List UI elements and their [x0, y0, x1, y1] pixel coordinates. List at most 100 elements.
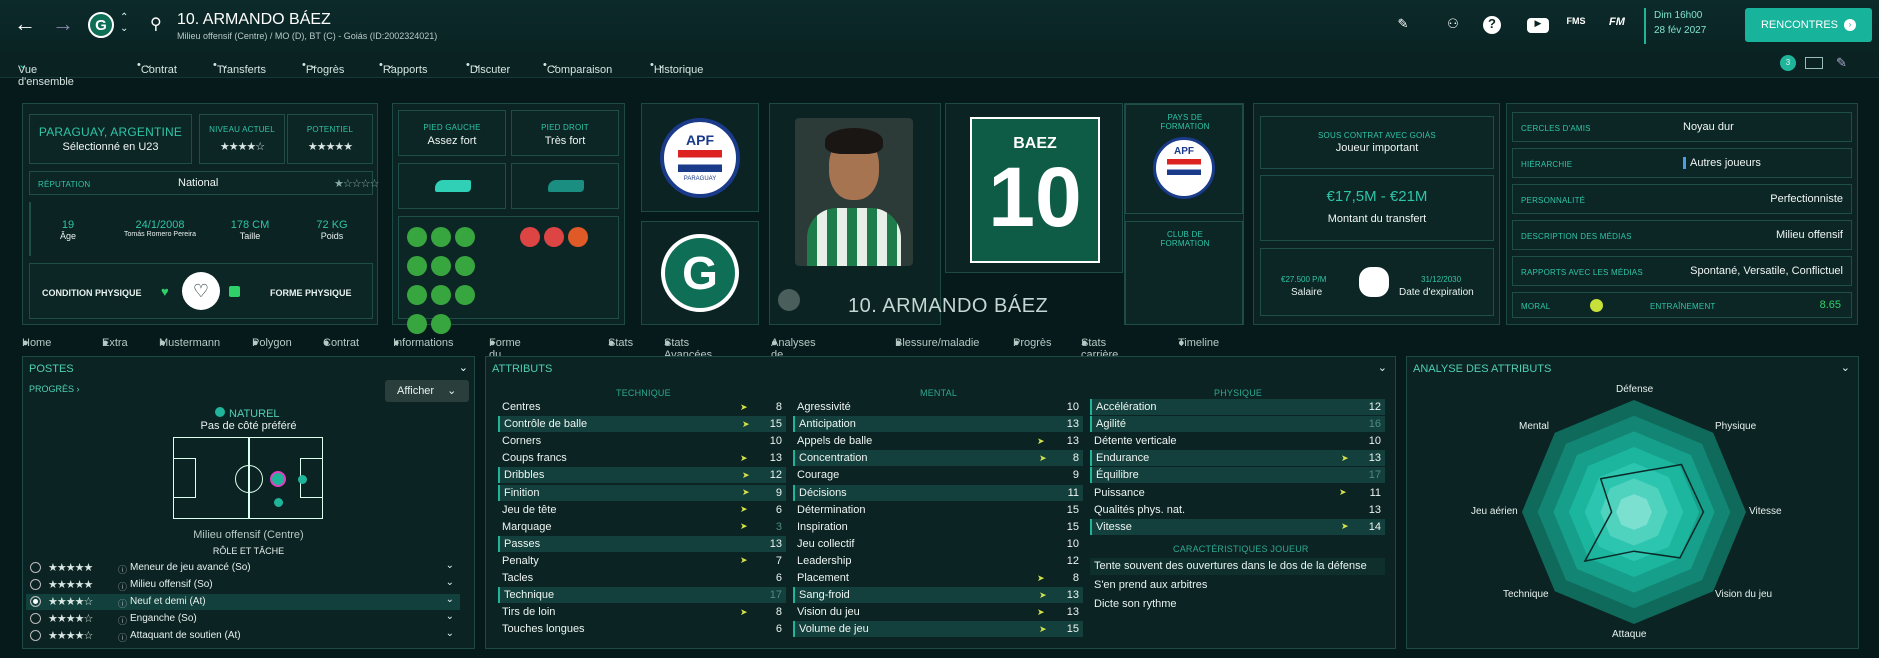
- attribute-row[interactable]: Sang-froid ➤ 13: [793, 587, 1083, 604]
- attribute-row[interactable]: Centres ➤ 8: [498, 399, 786, 415]
- info-icon[interactable]: ⓘ: [118, 614, 127, 627]
- trait-icon[interactable]: [455, 227, 475, 247]
- club-logo[interactable]: G: [88, 12, 114, 38]
- role-row[interactable]: ★★★★★ ⓘ Meneur de jeu avancé (So) ⌄: [26, 560, 460, 576]
- subnav-transferts[interactable]: • Transferts ⌄: [213, 58, 266, 76]
- chevron-down-icon[interactable]: ⌄: [459, 361, 468, 374]
- attribute-row[interactable]: Technique 17: [498, 587, 786, 604]
- attribute-row[interactable]: Passes 13: [498, 535, 786, 552]
- attribute-row[interactable]: Détermination 15: [793, 502, 1083, 518]
- subnav-rapports[interactable]: • Rapports ⌄: [379, 58, 428, 76]
- trait-icon[interactable]: [431, 227, 451, 247]
- help-icon[interactable]: ?: [1483, 16, 1501, 34]
- attribute-row[interactable]: Dribbles ➤ 12: [498, 467, 786, 484]
- kit-icon[interactable]: ⚇: [1443, 16, 1463, 34]
- attribute-row[interactable]: Agilité 16: [1090, 416, 1385, 433]
- forward-arrow-icon[interactable]: →: [52, 13, 74, 35]
- attribute-row[interactable]: Contrôle de balle ➤ 15: [498, 416, 786, 433]
- chevron-down-icon[interactable]: ⌄: [446, 594, 454, 605]
- role-radio[interactable]: [30, 579, 41, 590]
- subnav-comparaison[interactable]: • Comparaison ⌄: [543, 58, 612, 76]
- trait-icon[interactable]: [431, 285, 451, 305]
- chevron-down-icon[interactable]: ⌄: [446, 628, 454, 639]
- info-icon[interactable]: ⓘ: [118, 597, 127, 610]
- attribute-row[interactable]: Équilibre 17: [1090, 467, 1385, 484]
- trait-icon[interactable]: [455, 285, 475, 305]
- rencontres-button[interactable]: RENCONTRES ›: [1745, 8, 1872, 42]
- fms-icon[interactable]: FMS: [1566, 16, 1586, 34]
- role-row[interactable]: ★★★★☆ ⓘ Neuf et demi (At) ⌄: [26, 594, 460, 610]
- attribute-row[interactable]: Finition ➤ 9: [498, 484, 786, 501]
- trait-icon[interactable]: [431, 314, 451, 334]
- fm-icon[interactable]: FM: [1607, 16, 1627, 34]
- progres-link[interactable]: PROGRÈS ›: [29, 384, 80, 394]
- attribute-row[interactable]: Leadership 12: [793, 553, 1083, 569]
- trait-icon[interactable]: [407, 285, 427, 305]
- trait-icon[interactable]: [407, 256, 427, 276]
- role-radio[interactable]: [30, 630, 41, 641]
- attribute-row[interactable]: Vision du jeu ➤ 13: [793, 604, 1083, 620]
- trait-icon[interactable]: [407, 314, 427, 334]
- subnav-progres[interactable]: • Progrès ⌄: [302, 58, 344, 76]
- chevron-down-icon[interactable]: ⌄: [446, 577, 454, 588]
- attribute-row[interactable]: Endurance ➤ 13: [1090, 450, 1385, 467]
- attribute-row[interactable]: Penalty ➤ 7: [498, 553, 786, 569]
- role-row[interactable]: ★★★★☆ ⓘ Enganche (So) ⌄: [26, 611, 460, 627]
- trait-icon[interactable]: [455, 256, 475, 276]
- info-icon[interactable]: ⓘ: [118, 563, 127, 576]
- attribute-row[interactable]: Tacles 6: [498, 570, 786, 586]
- back-arrow-icon[interactable]: ←: [14, 13, 36, 35]
- info-icon[interactable]: ⓘ: [118, 580, 127, 593]
- attribute-row[interactable]: Jeu collectif 10: [793, 536, 1083, 552]
- trait-icon[interactable]: [544, 227, 564, 247]
- attribute-row[interactable]: Qualités phys. nat. 13: [1090, 502, 1385, 518]
- attribute-row[interactable]: Courage 9: [793, 467, 1083, 483]
- role-radio[interactable]: [30, 596, 41, 607]
- attribute-row[interactable]: Puissance ➤ 11: [1090, 485, 1385, 501]
- role-radio[interactable]: [30, 613, 41, 624]
- attribute-row[interactable]: Inspiration 15: [793, 519, 1083, 535]
- attribute-row[interactable]: Anticipation 13: [793, 416, 1083, 433]
- search-icon[interactable]: ⚲: [150, 14, 162, 34]
- subnav-vue-ensemble[interactable]: Vue d'ensemble ⌄: [18, 58, 74, 88]
- attribute-row[interactable]: Décisions 11: [793, 484, 1083, 501]
- attribute-row[interactable]: Tirs de loin ➤ 8: [498, 604, 786, 620]
- subnav-discuter[interactable]: • Discuter ⌄: [466, 58, 510, 76]
- attribute-row[interactable]: Agressivité 10: [793, 399, 1083, 415]
- role-radio[interactable]: [30, 562, 41, 573]
- tab-bar: ● Home ● Extra ● Mustermann ● Polygon ● Cont…: [22, 337, 1220, 373]
- attribute-row[interactable]: Détente verticale 10: [1090, 433, 1385, 449]
- role-row[interactable]: ★★★★★ ⓘ Milieu offensif (So) ⌄: [26, 577, 460, 593]
- chevron-updown-icon[interactable]: ⌃ ⌄: [120, 12, 128, 34]
- attribute-row[interactable]: Jeu de tête ➤ 6: [498, 502, 786, 518]
- pencil-icon[interactable]: ✎: [1836, 55, 1847, 71]
- edit-icon[interactable]: ✎: [1393, 16, 1413, 34]
- subnav-historique[interactable]: • Historique ⌄: [650, 58, 703, 76]
- chevron-down-icon[interactable]: ⌄: [1378, 361, 1387, 374]
- notification-badge[interactable]: 3: [1780, 55, 1796, 71]
- attribute-row[interactable]: Appels de balle ➤ 13: [793, 433, 1083, 449]
- chevron-down-icon[interactable]: ⌄: [446, 611, 454, 622]
- attribute-row[interactable]: Accélération 12: [1090, 399, 1385, 415]
- trait-icon[interactable]: [568, 227, 588, 247]
- subnav-contrat[interactable]: • Contrat ⌄: [137, 58, 177, 76]
- nationality-card[interactable]: PARAGUAY, ARGENTINE Sélectionné en U23: [29, 114, 192, 164]
- attribute-row[interactable]: Marquage ➤ 3: [498, 519, 786, 535]
- trait-icon[interactable]: [407, 227, 427, 247]
- date-box[interactable]: Dim 16h00 28 fév 2027: [1644, 8, 1734, 44]
- attribute-row[interactable]: Coups francs ➤ 13: [498, 450, 786, 466]
- trait-icon[interactable]: [520, 227, 540, 247]
- role-row[interactable]: ★★★★☆ ⓘ Attaquant de soutien (At) ⌄: [26, 628, 460, 644]
- attribute-row[interactable]: Placement ➤ 8: [793, 570, 1083, 586]
- attribute-row[interactable]: Touches longues 6: [498, 621, 786, 637]
- attribute-row[interactable]: Volume de jeu ➤ 15: [793, 621, 1083, 638]
- info-icon[interactable]: ⓘ: [118, 631, 127, 644]
- afficher-dropdown[interactable]: Afficher ⌄: [385, 380, 469, 402]
- chevron-down-icon[interactable]: ⌄: [446, 560, 454, 571]
- attribute-row[interactable]: Concentration ➤ 8: [793, 450, 1083, 467]
- screen-icon[interactable]: [1805, 57, 1823, 69]
- attribute-row[interactable]: Corners 10: [498, 433, 786, 449]
- trait-icon[interactable]: [431, 256, 451, 276]
- attribute-row[interactable]: Vitesse ➤ 14: [1090, 518, 1385, 535]
- youtube-icon[interactable]: ▶: [1527, 18, 1549, 33]
